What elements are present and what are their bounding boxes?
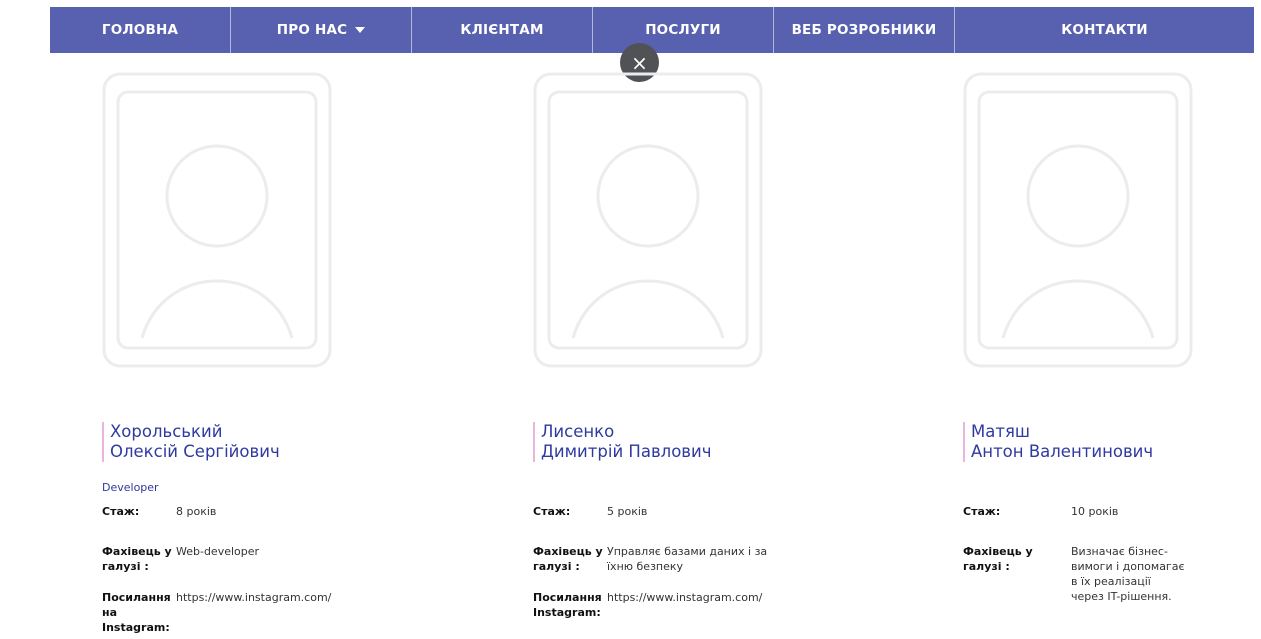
person-placeholder-icon: [533, 72, 763, 368]
nav-services-label: ПОСЛУГИ: [645, 22, 721, 38]
nav-about-label: ПРО НАС: [276, 22, 348, 38]
team-card: Хорольський Олексій Сергійович Developer…: [102, 72, 362, 639]
person-name: Хорольський Олексій Сергійович: [102, 422, 280, 462]
person-name: Лисенко Димитрій Павлович: [533, 422, 712, 462]
nav-contacts-label: КОНТАКТИ: [1061, 22, 1148, 38]
field-label: Фахівець у галузі :: [102, 545, 172, 573]
instagram-row: Посилання на Instagram: https://www.inst…: [102, 590, 334, 635]
field-row: Фахівець у галузі : Визначає бізнес-вимо…: [963, 544, 1186, 604]
instagram-label: Посилання на Instagram:: [102, 591, 171, 634]
nav-clients[interactable]: КЛІЄНТАМ: [412, 7, 593, 53]
team-card: Лисенко Димитрій Павлович Стаж: 5 років …: [533, 72, 793, 639]
field-row: Фахівець у галузі : Web-developer: [102, 544, 259, 574]
person-surname: Матяш: [971, 422, 1030, 441]
field-row: Фахівець у галузі : Управляє базами дани…: [533, 544, 777, 574]
nav-contacts[interactable]: КОНТАКТИ: [955, 7, 1254, 53]
experience-value: 5 років: [607, 505, 648, 518]
person-given-names: Димитрій Павлович: [541, 442, 712, 461]
nav-web-developers-label: ВЕБ РОЗРОБНИКИ: [791, 22, 937, 38]
experience-label: Стаж:: [102, 505, 140, 518]
field-label: Фахівець у галузі :: [963, 545, 1033, 573]
experience-value: 8 років: [176, 505, 217, 518]
experience-row: Стаж: 10 років: [963, 504, 1118, 519]
experience-row: Стаж: 5 років: [533, 504, 647, 519]
person-surname: Лисенко: [541, 422, 615, 441]
nav-web-developers[interactable]: ВЕБ РОЗРОБНИКИ: [774, 7, 955, 53]
caret-down-icon: [355, 27, 366, 33]
experience-label: Стаж:: [963, 505, 1001, 518]
instagram-row: Посилання Instagram: https://www.instagr…: [533, 590, 765, 620]
experience-row: Стаж: 8 років: [102, 504, 216, 519]
person-given-names: Антон Валентинович: [971, 442, 1154, 461]
instagram-link[interactable]: https://www.instagram.com/: [176, 590, 334, 635]
instagram-label: Посилання Instagram:: [533, 591, 602, 619]
experience-value: 10 років: [1071, 505, 1119, 518]
person-surname: Хорольський: [110, 422, 223, 441]
person-placeholder-icon: [102, 72, 332, 368]
nav-home[interactable]: ГОЛОВНА: [50, 7, 231, 53]
person-placeholder-icon: [963, 72, 1193, 368]
close-icon: ×: [631, 50, 648, 75]
instagram-link[interactable]: https://www.instagram.com/: [607, 590, 765, 620]
person-name: Матяш Антон Валентинович: [963, 422, 1153, 462]
nav-services[interactable]: ПОСЛУГИ: [593, 7, 774, 53]
main-nav: ГОЛОВНА ПРО НАС КЛІЄНТАМ ПОСЛУГИ ВЕБ РОЗ…: [50, 7, 1254, 53]
field-label: Фахівець у галузі :: [533, 545, 603, 573]
field-value: Web-developer: [176, 545, 260, 558]
team-card: Матяш Антон Валентинович Стаж: 10 років …: [963, 72, 1223, 639]
experience-label: Стаж:: [533, 505, 571, 518]
person-given-names: Олексій Сергійович: [110, 442, 280, 461]
field-value: Управляє базами даних і за їхню безпеку: [607, 545, 768, 573]
nav-about[interactable]: ПРО НАС: [231, 7, 412, 53]
field-value: Визначає бізнес-вимоги і допомагає в їх …: [1071, 545, 1185, 603]
nav-clients-label: КЛІЄНТАМ: [460, 22, 544, 38]
nav-home-label: ГОЛОВНА: [101, 22, 179, 38]
person-role: Developer: [102, 481, 159, 494]
